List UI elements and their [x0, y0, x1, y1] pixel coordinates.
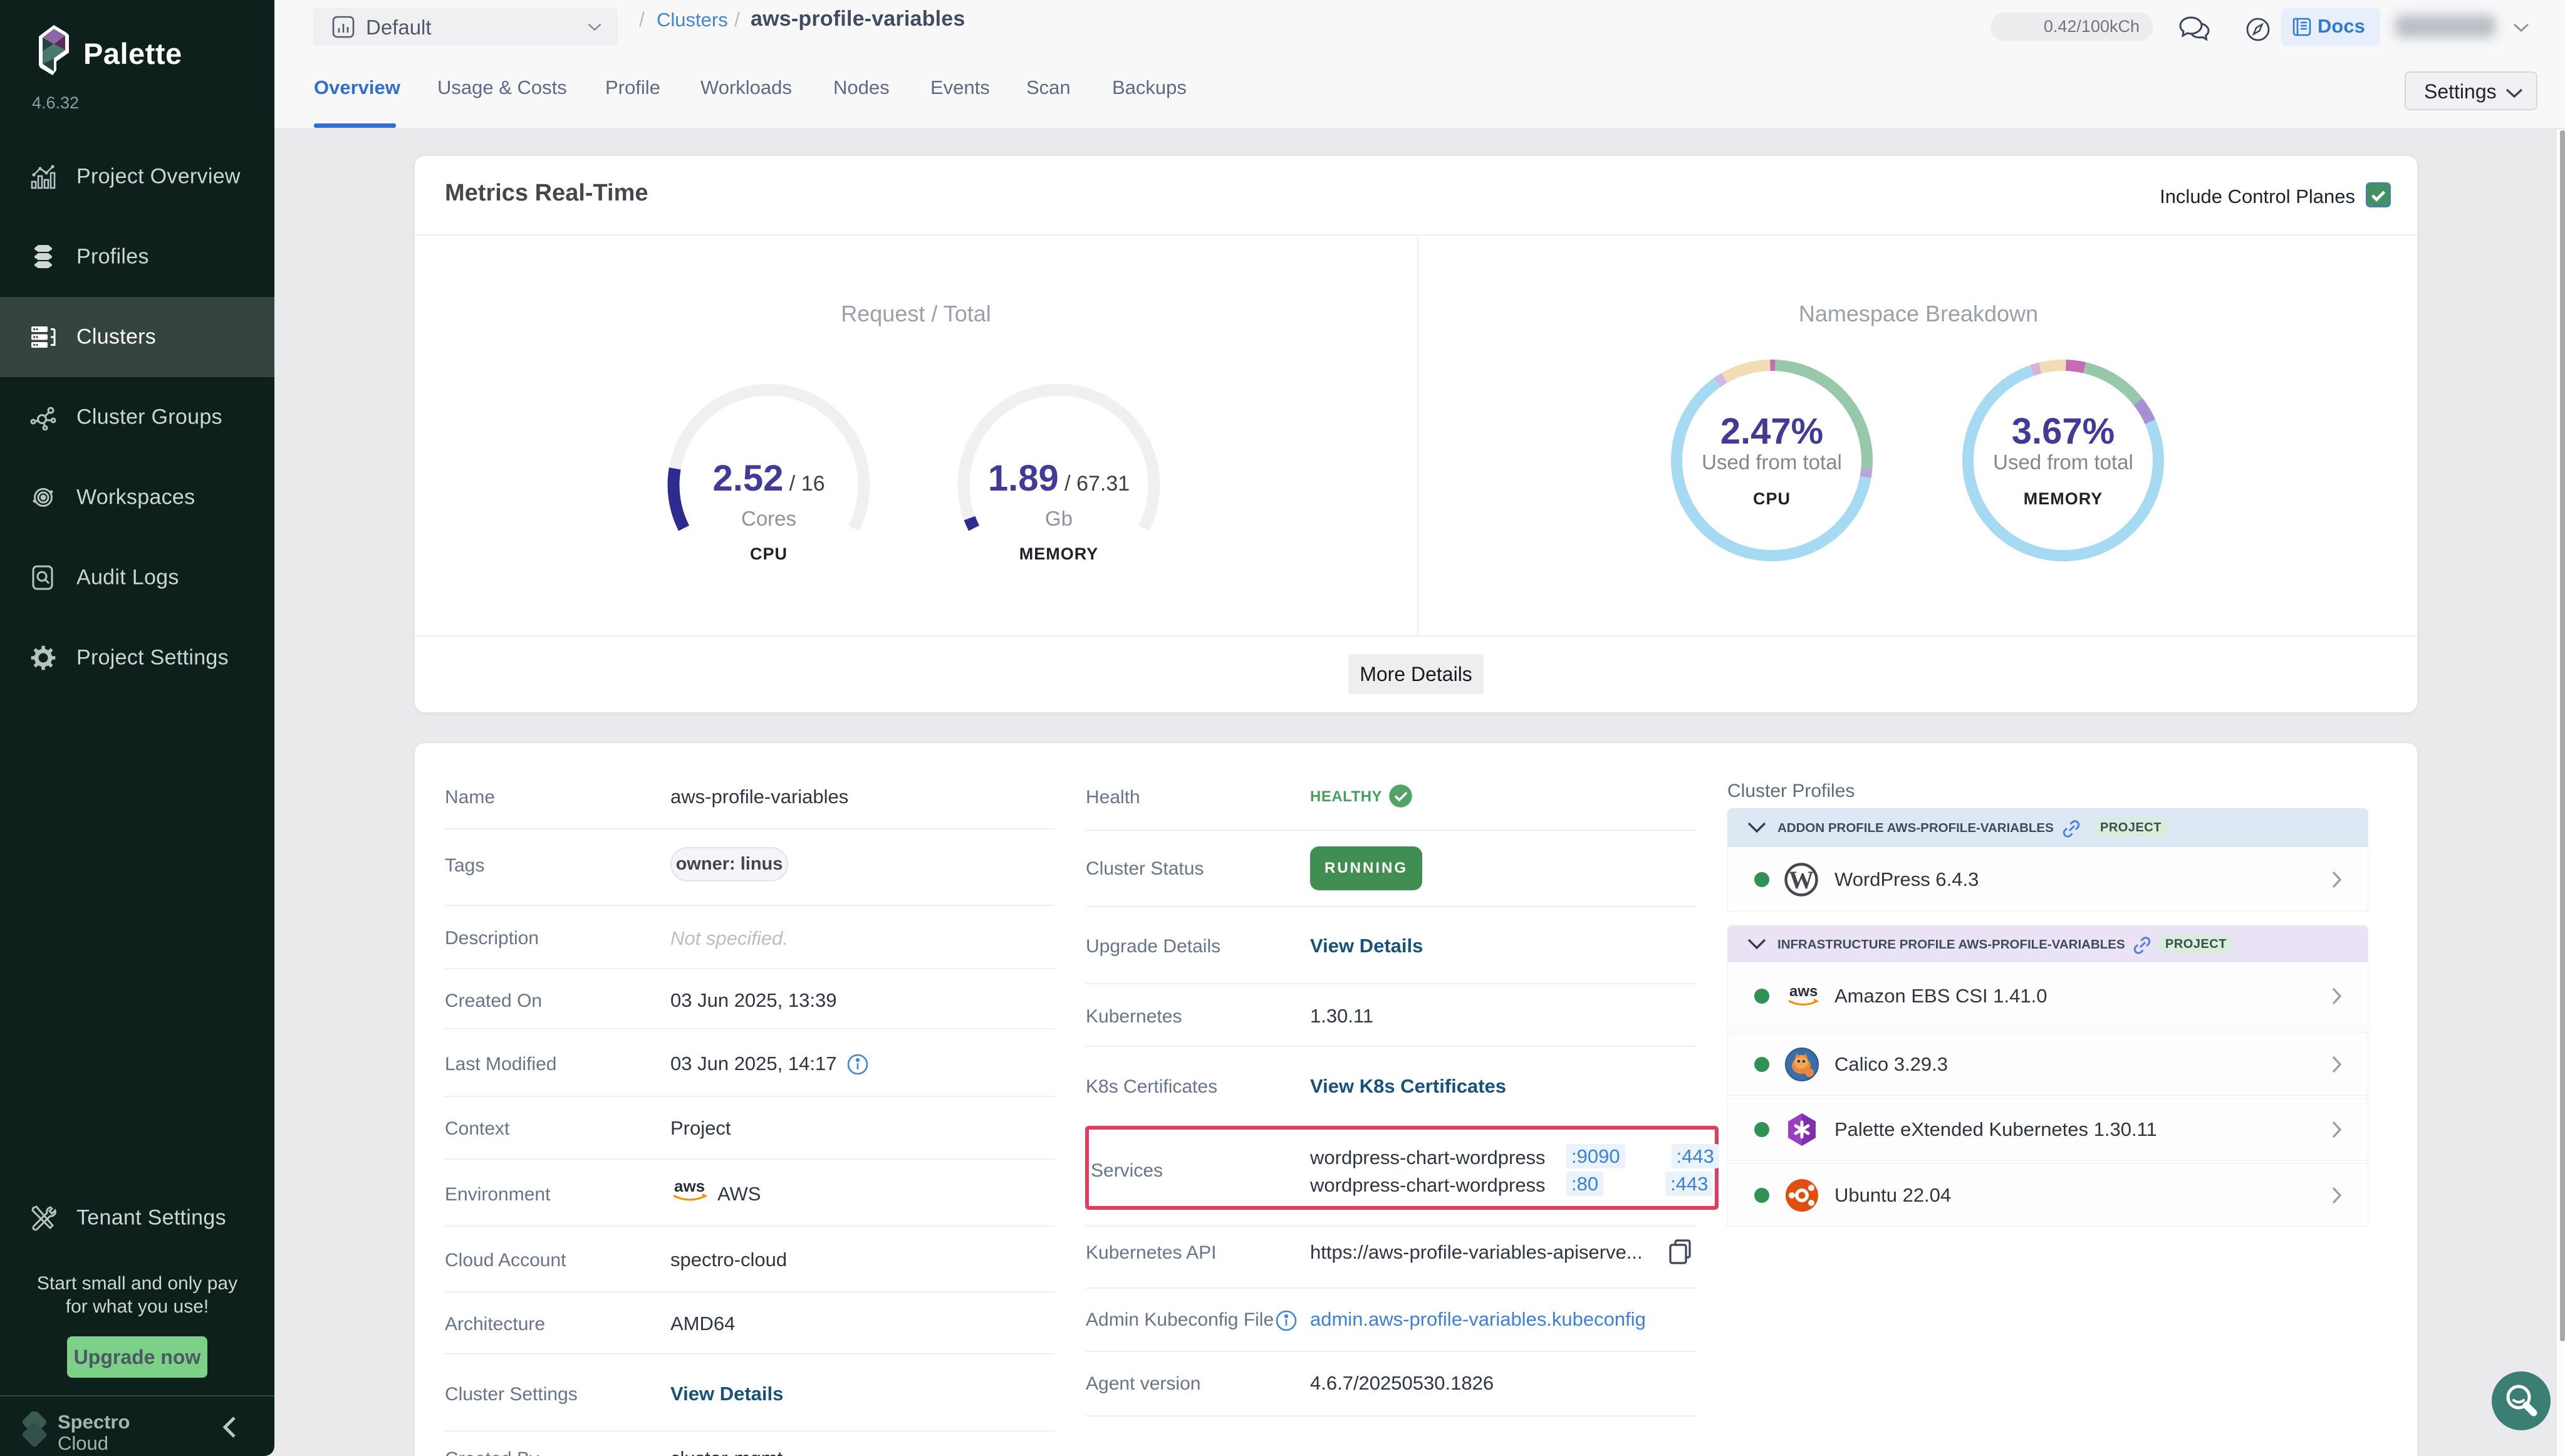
svg-text:W: W: [1789, 866, 1814, 894]
svg-text:aws: aws: [1789, 983, 1818, 1000]
svg-text:aws: aws: [674, 1177, 705, 1195]
